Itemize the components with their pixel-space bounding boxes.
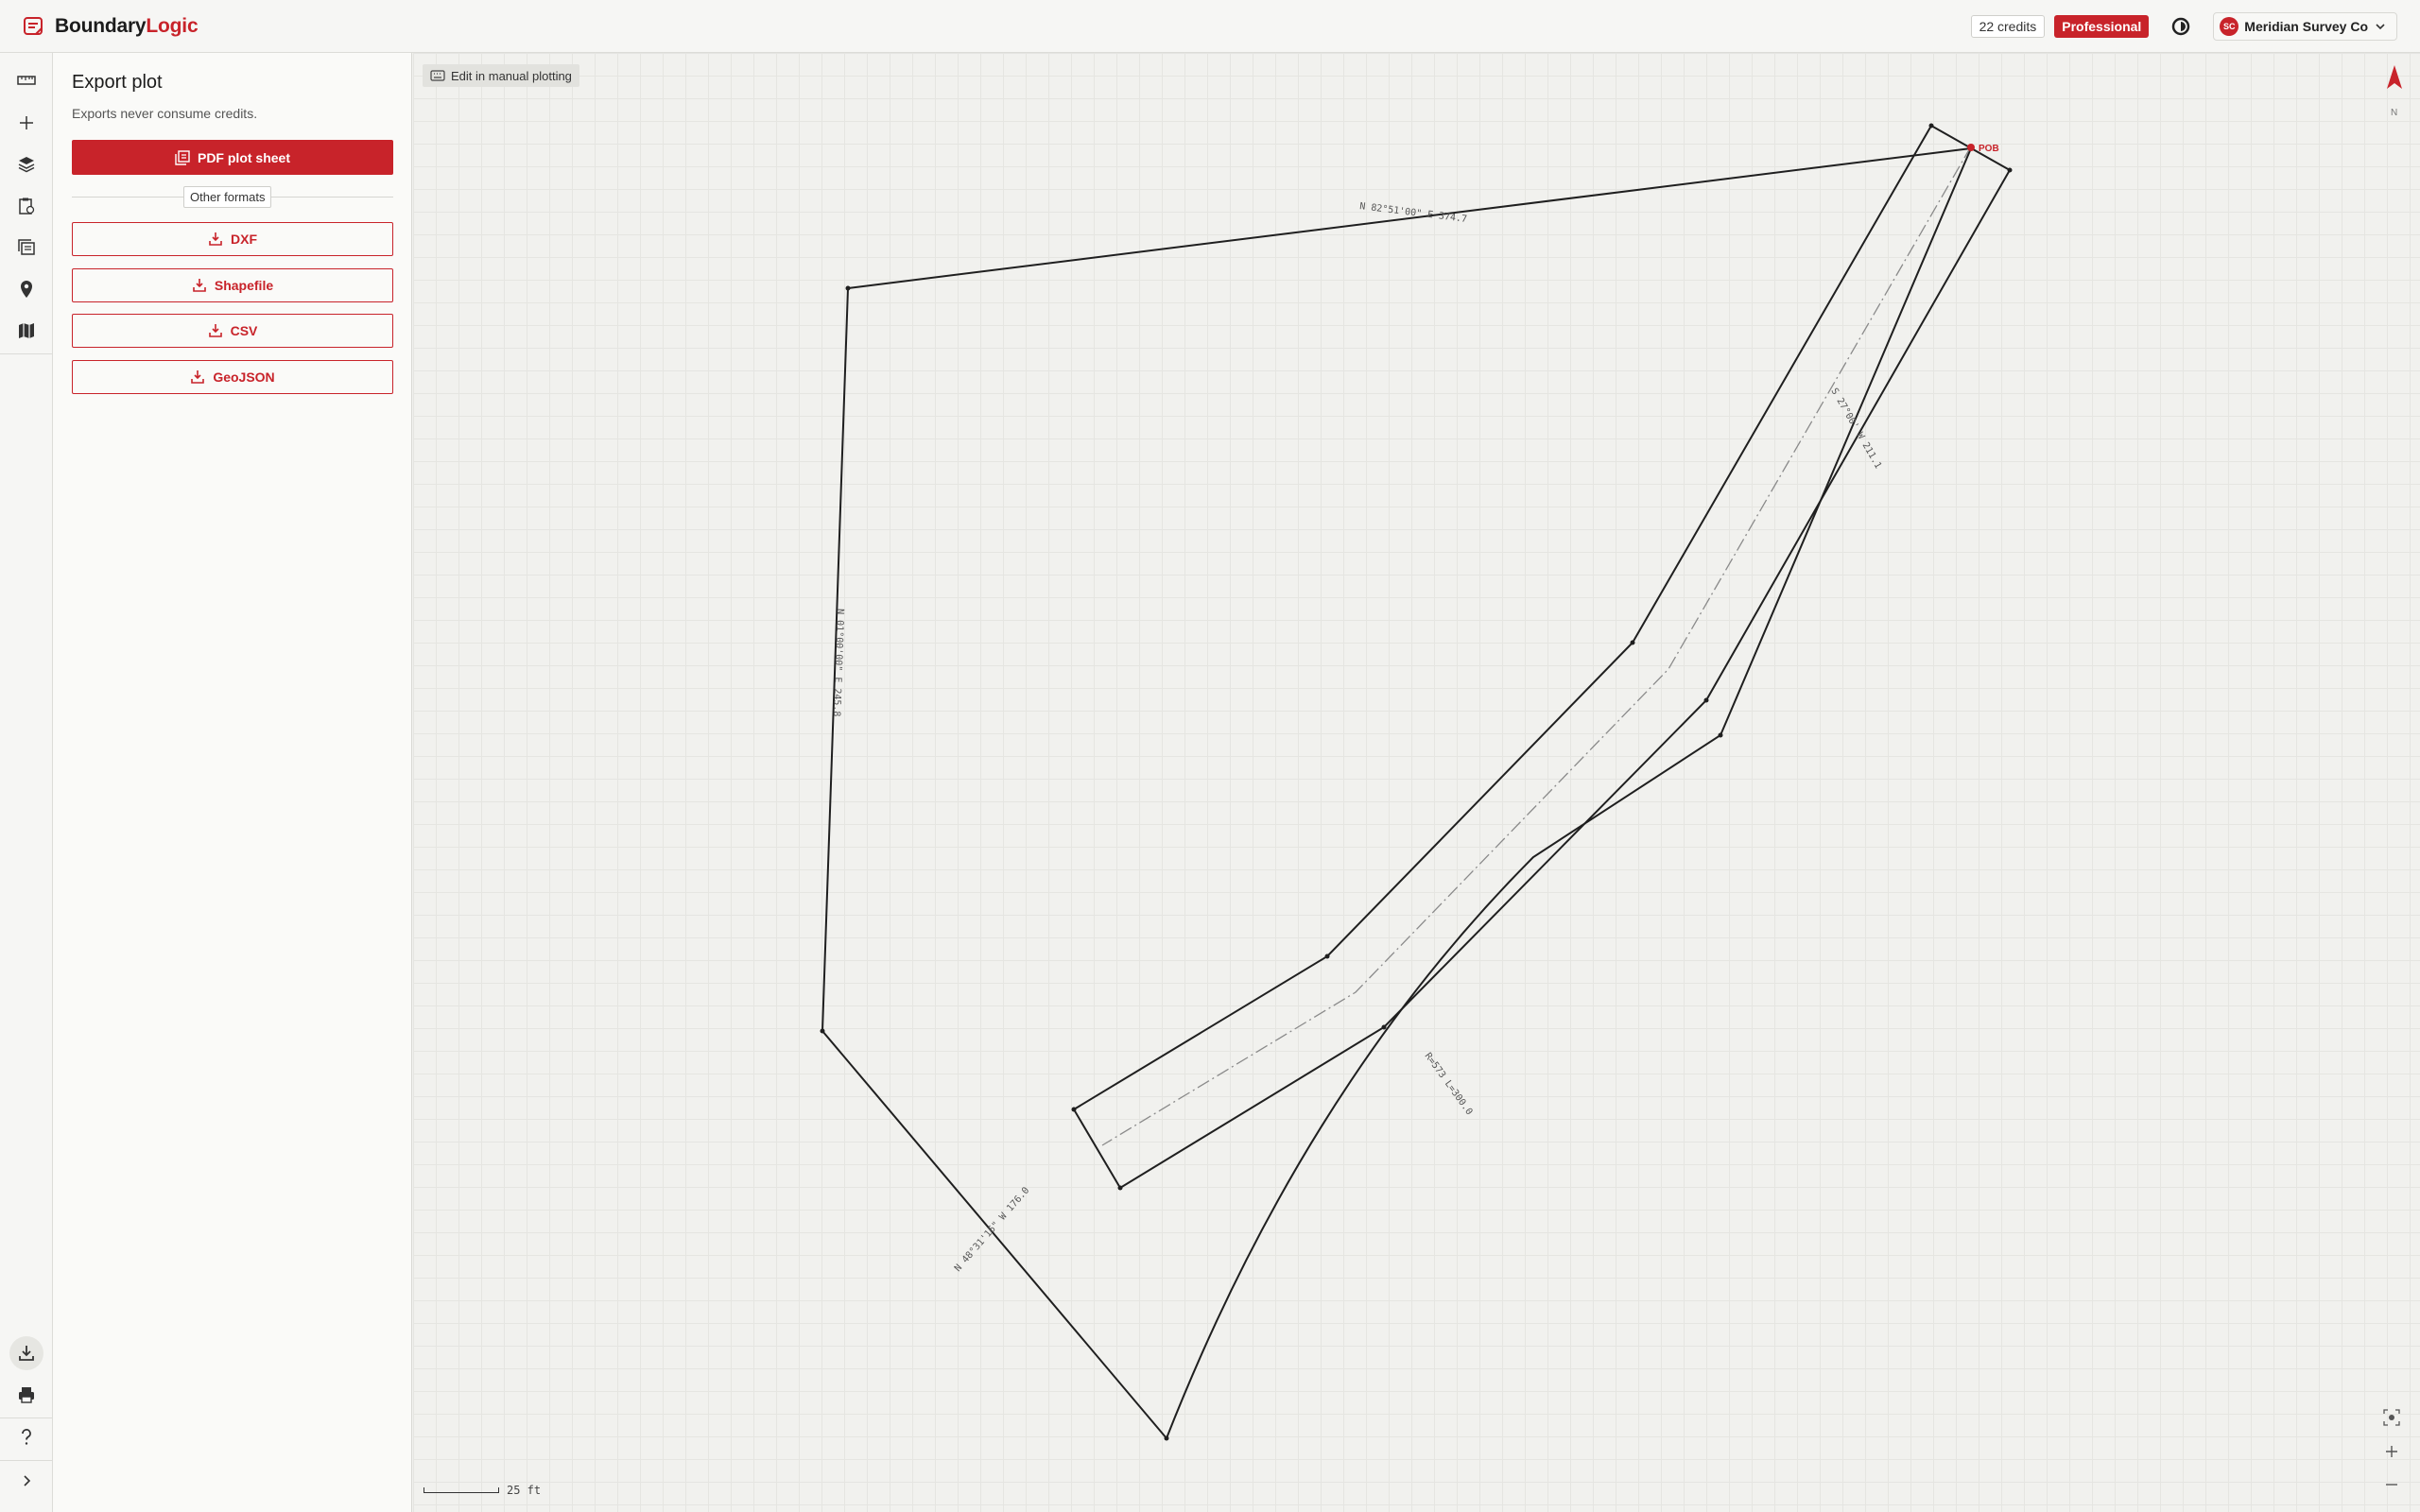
logo-icon bbox=[24, 16, 43, 35]
brand[interactable]: BoundaryLogic bbox=[23, 14, 199, 38]
stack-button[interactable] bbox=[9, 231, 43, 265]
credits-badge: 22 credits bbox=[1970, 15, 2046, 38]
add-button[interactable] bbox=[9, 106, 43, 140]
layers-icon bbox=[18, 157, 35, 173]
manual-plotting-label: Edit in manual plotting bbox=[451, 68, 572, 83]
north-label: N bbox=[2391, 108, 2398, 118]
download-icon bbox=[209, 232, 222, 246]
dxf-export-button[interactable]: DXF bbox=[72, 222, 393, 256]
chevron-down-icon bbox=[2376, 24, 2385, 30]
keyboard-icon bbox=[430, 70, 445, 81]
rail-divider bbox=[0, 1460, 53, 1461]
expand-button[interactable] bbox=[9, 1464, 43, 1498]
ruler-icon bbox=[17, 76, 36, 85]
print-icon bbox=[19, 1387, 34, 1403]
clipboard-button[interactable] bbox=[9, 189, 43, 223]
stack-icon bbox=[18, 239, 35, 255]
layers-button[interactable] bbox=[9, 147, 43, 181]
manual-plotting-chip[interactable]: Edit in manual plotting bbox=[423, 64, 579, 87]
top-bar: BoundaryLogic 22 credits Professional SC… bbox=[0, 0, 2420, 53]
download-icon bbox=[191, 370, 205, 384]
north-arrow-icon[interactable] bbox=[2384, 64, 2405, 93]
print-button[interactable] bbox=[9, 1378, 43, 1412]
zoom-out-button[interactable] bbox=[2378, 1471, 2405, 1498]
help-button[interactable] bbox=[9, 1420, 43, 1454]
csv-export-button[interactable]: CSV bbox=[72, 314, 393, 348]
shapefile-label: Shapefile bbox=[214, 278, 274, 293]
panel-subtitle: Exports never consume credits. bbox=[72, 106, 258, 121]
scale-bar: 25 ft bbox=[424, 1484, 541, 1497]
plus-icon bbox=[20, 116, 33, 129]
csv-label: CSV bbox=[230, 323, 258, 338]
account-name: Meridian Survey Co bbox=[2244, 19, 2368, 34]
pin-button[interactable] bbox=[9, 272, 43, 306]
scale-label: 25 ft bbox=[507, 1484, 542, 1497]
panel-title: Export plot bbox=[72, 72, 163, 93]
other-formats-label: Other formats bbox=[183, 186, 272, 208]
geojson-label: GeoJSON bbox=[213, 369, 275, 385]
zoom-in-button[interactable] bbox=[2378, 1438, 2405, 1465]
brand-name: BoundaryLogic bbox=[55, 14, 199, 37]
crosshair-icon bbox=[2383, 1409, 2400, 1426]
rail-divider bbox=[0, 353, 53, 354]
download-button[interactable] bbox=[9, 1336, 43, 1370]
brightness-icon bbox=[2172, 17, 2190, 36]
pdf-plot-sheet-label: PDF plot sheet bbox=[197, 149, 290, 165]
plan-badge: Professional bbox=[2054, 15, 2150, 38]
export-panel: Export plot Exports never consume credit… bbox=[53, 53, 412, 1512]
download-icon bbox=[193, 279, 206, 292]
theme-toggle-button[interactable] bbox=[2164, 9, 2198, 43]
plus-icon bbox=[2386, 1446, 2397, 1457]
account-menu[interactable]: SC Meridian Survey Co bbox=[2213, 12, 2397, 41]
map-canvas[interactable] bbox=[413, 53, 2420, 1512]
chevron-right-icon bbox=[24, 1475, 31, 1486]
ruler-button[interactable] bbox=[9, 63, 43, 97]
minus-icon bbox=[2386, 1484, 2397, 1486]
download-icon bbox=[19, 1346, 34, 1361]
pdf-plot-sheet-button[interactable]: PDF plot sheet bbox=[72, 140, 393, 175]
download-icon bbox=[208, 324, 222, 337]
pin-icon bbox=[21, 281, 32, 298]
map-button[interactable] bbox=[9, 314, 43, 348]
shapefile-export-button[interactable]: Shapefile bbox=[72, 268, 393, 302]
help-icon bbox=[22, 1429, 31, 1445]
clipboard-icon bbox=[19, 198, 35, 215]
dxf-label: DXF bbox=[231, 232, 257, 247]
avatar: SC bbox=[2220, 17, 2239, 36]
recenter-button[interactable] bbox=[2378, 1404, 2405, 1431]
geojson-export-button[interactable]: GeoJSON bbox=[72, 360, 393, 394]
document-stack-icon bbox=[175, 149, 190, 165]
map-icon bbox=[19, 323, 34, 338]
scale-line bbox=[424, 1487, 499, 1493]
